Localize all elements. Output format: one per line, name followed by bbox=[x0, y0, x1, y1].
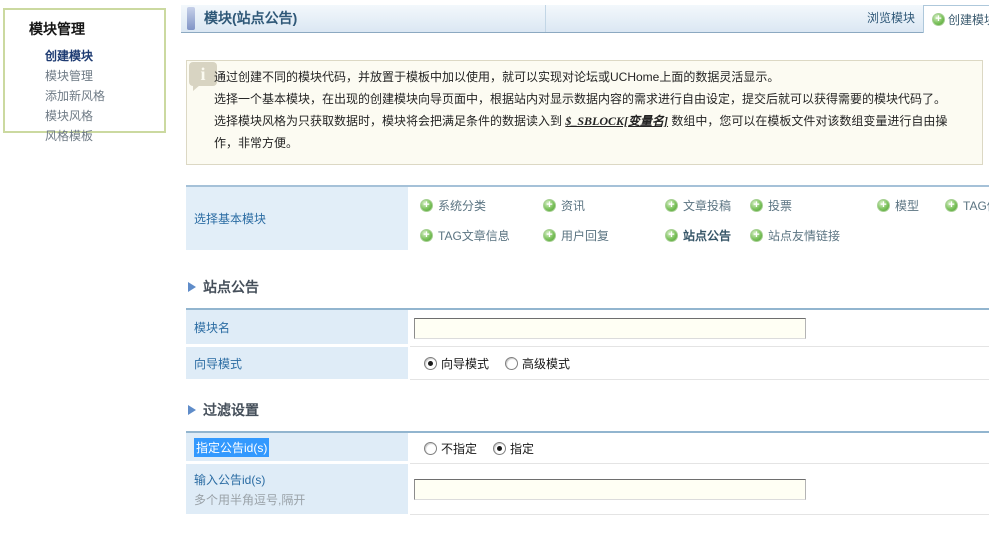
module-option-tag-info[interactable]: TAG信息 bbox=[945, 197, 989, 214]
wizard-mode-label: 向导模式 bbox=[186, 347, 408, 379]
input-ids-hint: 多个用半角逗号,隔开 bbox=[194, 492, 306, 507]
plus-icon bbox=[932, 13, 945, 26]
info-line-3: 选择模块风格为只获取数据时，模块将会把满足条件的数据读入到 $_SBLOCK[变… bbox=[214, 114, 948, 150]
sidebar-title: 模块管理 bbox=[29, 21, 85, 37]
section-title: 站点公告 bbox=[203, 279, 259, 295]
info-icon: i bbox=[189, 62, 217, 91]
module-name-input[interactable] bbox=[414, 317, 806, 339]
wizard-mode-option[interactable]: 向导模式 bbox=[424, 355, 489, 372]
module-admin-page: 模块管理 创建模块 模块管理 添加新风格 模块风格 风格模板 模块(站点公告) … bbox=[0, 0, 989, 534]
module-option-model[interactable]: 模型 bbox=[877, 197, 919, 214]
input-ids-label: 输入公告id(s) 多个用半角逗号,隔开 bbox=[186, 464, 408, 514]
browse-modules-link[interactable]: 浏览模块 bbox=[867, 5, 915, 32]
radio-advanced-mode[interactable] bbox=[505, 356, 519, 370]
plus-icon bbox=[543, 199, 556, 212]
plus-icon bbox=[543, 229, 556, 242]
section-header-filter: 过滤设置 bbox=[188, 400, 259, 420]
wizard-mode-cell: 向导模式 高级模式 bbox=[410, 347, 989, 380]
plus-icon bbox=[420, 229, 433, 242]
info-box: i 通过创建不同的模块代码，并放置于模板中加以使用，就可以实现对论坛或UCHom… bbox=[186, 60, 983, 165]
section-title: 过滤设置 bbox=[203, 402, 259, 418]
picker-options: 系统分类 资讯 文章投稿 投票 模型 TAG信息 TAG文章信息 用户回复 站点… bbox=[410, 187, 989, 250]
tab-create-module[interactable]: 创建模块 bbox=[923, 5, 989, 33]
plus-icon bbox=[665, 199, 678, 212]
radio-not-specify[interactable] bbox=[424, 441, 437, 455]
sidebar: 模块管理 创建模块 模块管理 添加新风格 模块风格 风格模板 bbox=[3, 8, 166, 143]
triangle-icon bbox=[188, 405, 196, 415]
info-line-1: 通过创建不同的模块代码，并放置于模板中加以使用，就可以实现对论坛或UCHome上… bbox=[214, 70, 780, 84]
plus-icon bbox=[665, 229, 678, 242]
sidebar-item-create-module[interactable]: 创建模块 bbox=[45, 46, 164, 66]
sidebar-item-style-template[interactable]: 风格模板 bbox=[45, 126, 164, 146]
radio-wizard-mode[interactable] bbox=[424, 356, 437, 370]
header-accent-bar bbox=[187, 7, 195, 30]
module-name-cell bbox=[410, 310, 989, 347]
info-text: 通过创建不同的模块代码，并放置于模板中加以使用，就可以实现对论坛或UCHome上… bbox=[214, 66, 970, 154]
specify-option[interactable]: 指定 bbox=[493, 440, 534, 457]
advanced-mode-option[interactable]: 高级模式 bbox=[505, 355, 570, 372]
module-name-label: 模块名 bbox=[186, 310, 408, 346]
module-option-tag-article[interactable]: TAG文章信息 bbox=[420, 227, 510, 244]
sidebar-item-add-style[interactable]: 添加新风格 bbox=[45, 86, 164, 106]
info-line-2: 选择一个基本模块，在出现的创建模块向导页面中，根据站内对显示数据内容的需求进行自… bbox=[214, 92, 947, 106]
plus-icon bbox=[750, 199, 763, 212]
tab-create-module-label: 创建模块 bbox=[948, 13, 989, 27]
plus-icon bbox=[877, 199, 890, 212]
header-divider bbox=[545, 5, 546, 32]
module-option-article-submit[interactable]: 文章投稿 bbox=[665, 197, 731, 214]
plus-icon bbox=[945, 199, 958, 212]
filter-form: 指定公告id(s) 不指定 指定 输入公告id(s) 多个用半角逗号,隔开 bbox=[186, 431, 989, 515]
module-option-poll[interactable]: 投票 bbox=[750, 197, 792, 214]
announcement-form: 模块名 向导模式 向导模式 高级模式 bbox=[186, 308, 989, 380]
radio-specify[interactable] bbox=[493, 441, 507, 455]
header-bar: 模块(站点公告) 浏览模块 bbox=[181, 5, 989, 33]
plus-icon bbox=[420, 199, 433, 212]
module-option-user-reply[interactable]: 用户回复 bbox=[543, 227, 609, 244]
specify-ids-row: 指定公告id(s) 不指定 指定 bbox=[186, 433, 989, 464]
sblock-variable: $_SBLOCK[变量名] bbox=[565, 114, 669, 128]
triangle-icon bbox=[188, 282, 196, 292]
specify-ids-label: 指定公告id(s) bbox=[186, 433, 408, 463]
module-option-news[interactable]: 资讯 bbox=[543, 197, 585, 214]
selected-text-highlight: 指定公告id(s) bbox=[194, 437, 270, 457]
base-module-picker: 选择基本模块 系统分类 资讯 文章投稿 投票 模型 TAG信息 TAG文章信息 … bbox=[186, 185, 989, 250]
specify-ids-cell: 不指定 指定 bbox=[410, 433, 989, 464]
wizard-mode-row: 向导模式 向导模式 高级模式 bbox=[186, 347, 989, 380]
input-ids-row: 输入公告id(s) 多个用半角逗号,隔开 bbox=[186, 464, 989, 515]
input-ids-cell bbox=[410, 464, 989, 515]
sidebar-item-module-style[interactable]: 模块风格 bbox=[45, 106, 164, 126]
plus-icon bbox=[750, 229, 763, 242]
section-header-announcement: 站点公告 bbox=[188, 277, 259, 297]
not-specify-option[interactable]: 不指定 bbox=[424, 440, 477, 457]
module-option-system-category[interactable]: 系统分类 bbox=[420, 197, 486, 214]
page-title: 模块(站点公告) bbox=[204, 10, 298, 26]
module-name-row: 模块名 bbox=[186, 310, 989, 347]
picker-label: 选择基本模块 bbox=[186, 187, 408, 250]
sidebar-item-manage-module[interactable]: 模块管理 bbox=[45, 66, 164, 86]
announcement-ids-input[interactable] bbox=[414, 478, 806, 500]
module-option-site-links[interactable]: 站点友情链接 bbox=[750, 227, 840, 244]
module-option-site-announcement[interactable]: 站点公告 bbox=[665, 227, 731, 244]
